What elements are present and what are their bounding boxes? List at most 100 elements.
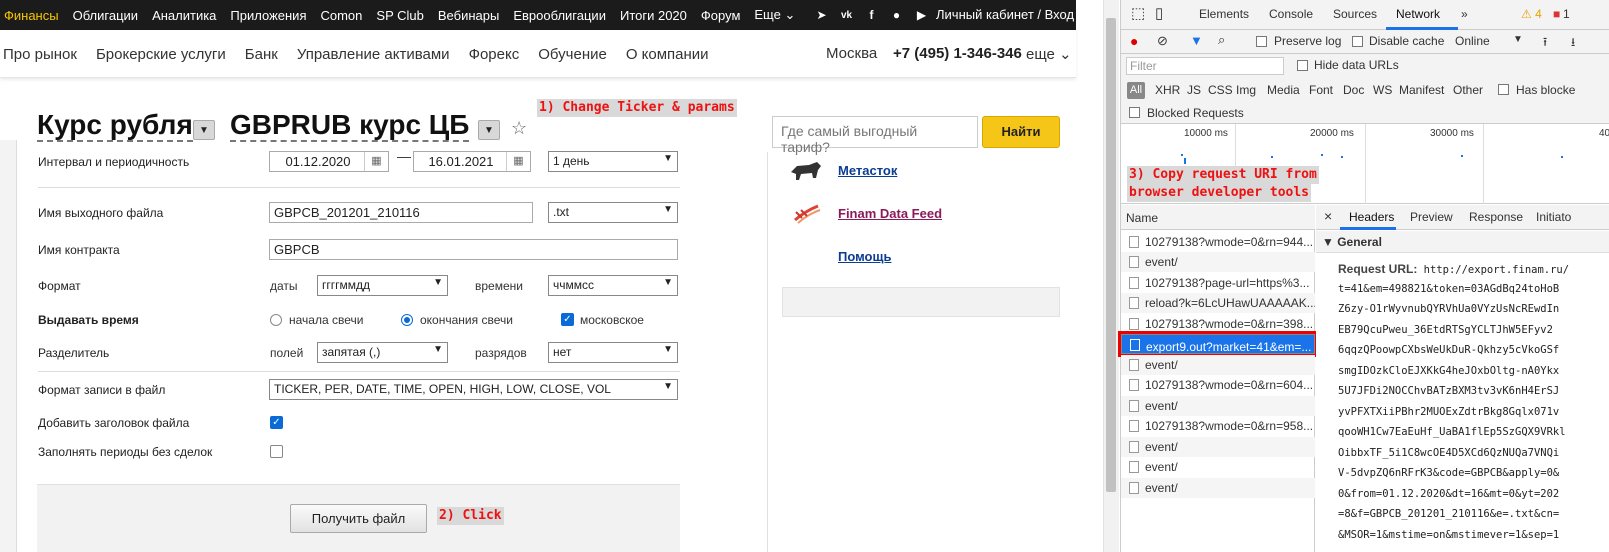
youtube-icon[interactable]: ▶	[915, 8, 928, 22]
top-nav-item[interactable]: SP Club	[376, 8, 423, 23]
tab-response[interactable]: Response	[1469, 210, 1523, 224]
tab-elements[interactable]: Elements	[1199, 7, 1249, 21]
preserve-log-checkbox[interactable]	[1256, 36, 1267, 47]
top-nav-item[interactable]: Приложения	[230, 8, 306, 23]
add-header-checkbox[interactable]: ✓	[270, 416, 283, 429]
errors-count[interactable]: 1	[1563, 7, 1570, 21]
top-nav-item[interactable]: Еще ⌄	[754, 7, 795, 23]
import-icon[interactable]: ⭱	[1543, 33, 1547, 54]
top-nav-item[interactable]: Еврооблигации	[513, 8, 606, 23]
fill-periods-checkbox[interactable]	[270, 445, 283, 458]
errors-icon[interactable]: ■	[1553, 7, 1560, 21]
more-menu[interactable]: еще ⌄	[1026, 45, 1072, 63]
has-blocked-cookies-checkbox[interactable]	[1498, 84, 1509, 95]
top-nav-item[interactable]: Вебинары	[438, 8, 499, 23]
main-nav-item[interactable]: Про рынок	[3, 46, 77, 63]
type-filter[interactable]: Img	[1236, 83, 1256, 97]
top-nav-item[interactable]: Финансы	[4, 8, 59, 23]
type-filter[interactable]: Doc	[1343, 83, 1364, 97]
time-format-select[interactable]: ччммсс ▼	[548, 275, 678, 296]
get-file-button[interactable]: Получить файл	[290, 504, 427, 533]
tab-preview[interactable]: Preview	[1410, 210, 1453, 224]
search-button[interactable]: Найти	[982, 116, 1060, 148]
date-from-input[interactable]: 01.12.2020 ▦	[269, 151, 389, 172]
type-filter[interactable]: JS	[1187, 83, 1201, 97]
warnings-count[interactable]: ⚠ 4	[1521, 7, 1542, 21]
search-icon[interactable]: ⌕	[1218, 32, 1225, 48]
request-row[interactable]: 10279138?wmode=0&rn=944...	[1121, 232, 1315, 252]
odnoklassniki-icon[interactable]: ●	[890, 8, 903, 22]
candle-start-radio[interactable]	[270, 314, 282, 326]
request-row[interactable]: event/	[1121, 252, 1315, 272]
request-row-selected[interactable]: export9.out?market=41&em=...	[1118, 331, 1318, 357]
blocked-requests-checkbox[interactable]	[1129, 107, 1140, 118]
tab-console[interactable]: Console	[1269, 7, 1313, 21]
filter-input[interactable]: Filter	[1126, 57, 1284, 75]
chevron-down-icon[interactable]: ▼	[1513, 34, 1523, 45]
finam-data-feed-link[interactable]: Finam Data Feed	[838, 206, 942, 221]
request-row[interactable]: 10279138?wmode=0&rn=398...	[1121, 314, 1315, 334]
more-tabs[interactable]: »	[1461, 7, 1468, 21]
calendar-icon[interactable]: ▦	[506, 152, 530, 171]
request-row[interactable]: 10279138?wmode=0&rn=958...	[1121, 416, 1315, 436]
tab-network[interactable]: Network	[1396, 7, 1440, 21]
request-row[interactable]: event/	[1121, 478, 1315, 498]
moscow-time-checkbox[interactable]: ✓	[561, 313, 574, 326]
general-section-header[interactable]: ▼ General	[1316, 231, 1609, 253]
main-nav-item[interactable]: Брокерские услуги	[96, 46, 226, 63]
record-icon[interactable]: ●	[1130, 33, 1138, 49]
period-select[interactable]: 1 день ▼	[548, 151, 678, 172]
calendar-icon[interactable]: ▦	[364, 152, 388, 171]
contract-input[interactable]: GBPCB	[269, 239, 678, 260]
request-row[interactable]: event/	[1121, 457, 1315, 477]
clear-icon[interactable]: ⊘	[1157, 33, 1168, 49]
type-filter[interactable]: Other	[1453, 83, 1483, 97]
top-nav-item[interactable]: Итоги 2020	[620, 8, 687, 23]
telegram-icon[interactable]: ➤	[815, 8, 828, 22]
record-format-select[interactable]: TICKER, PER, DATE, TIME, OPEN, HIGH, LOW…	[269, 379, 678, 400]
city-selector[interactable]: Москва	[826, 45, 877, 62]
main-nav-item[interactable]: Банк	[245, 46, 278, 63]
vk-icon[interactable]: vk	[840, 10, 853, 21]
request-row[interactable]: event/	[1121, 355, 1315, 375]
search-input[interactable]: Где самый выгодный тариф?	[772, 116, 978, 155]
main-nav-item[interactable]: Обучение	[538, 46, 607, 63]
top-nav-item[interactable]: Comon	[320, 8, 362, 23]
request-row[interactable]: event/	[1121, 396, 1315, 416]
type-filter[interactable]: Media	[1267, 83, 1300, 97]
hide-data-urls-checkbox[interactable]	[1297, 60, 1308, 71]
filter-icon[interactable]: ▼	[1190, 33, 1203, 48]
throttling-select[interactable]: Online	[1455, 34, 1490, 48]
facebook-icon[interactable]: f	[865, 8, 878, 22]
type-filter[interactable]: Font	[1309, 83, 1333, 97]
metastock-link[interactable]: Метасток	[838, 163, 897, 178]
main-nav-item[interactable]: О компании	[626, 46, 709, 63]
type-filter-all[interactable]: All	[1127, 82, 1145, 99]
close-icon[interactable]: ×	[1324, 208, 1332, 224]
date-to-input[interactable]: 16.01.2021 ▦	[413, 151, 531, 172]
request-row[interactable]: 10279138?page-url=https%3...	[1121, 273, 1315, 293]
type-filter[interactable]: Manifest	[1399, 83, 1444, 97]
candle-end-radio[interactable]	[401, 314, 413, 326]
help-link[interactable]: Помощь	[838, 249, 891, 264]
tab-sources[interactable]: Sources	[1333, 7, 1377, 21]
tab-headers[interactable]: Headers	[1349, 210, 1394, 224]
tab-initiator[interactable]: Initiato	[1536, 210, 1571, 224]
top-nav-item[interactable]: Аналитика	[152, 8, 216, 23]
request-row[interactable]: reload?k=6LcUHawUAAAAAK...	[1121, 293, 1315, 313]
cabinet-link[interactable]: Личный кабинет / Вход	[936, 0, 1074, 30]
request-row[interactable]: event/	[1121, 437, 1315, 457]
type-filter[interactable]: CSS	[1208, 83, 1233, 97]
top-nav-item[interactable]: Форум	[701, 8, 741, 23]
type-filter[interactable]: XHR	[1155, 83, 1180, 97]
device-toolbar-icon[interactable]: ▯	[1155, 4, 1163, 22]
disable-cache-checkbox[interactable]	[1352, 36, 1363, 47]
date-format-select[interactable]: ггггммдд ▼	[317, 275, 448, 296]
digits-separator-select[interactable]: нет ▼	[548, 342, 678, 363]
main-nav-item[interactable]: Управление активами	[297, 46, 450, 63]
outfile-input[interactable]: GBPCB_201201_210116	[269, 202, 533, 223]
main-nav-item[interactable]: Форекс	[469, 46, 520, 63]
request-row[interactable]: 10279138?wmode=0&rn=604...	[1121, 375, 1315, 395]
fields-separator-select[interactable]: запятая (,) ▼	[317, 342, 448, 363]
chevron-down-icon[interactable]: ▼	[478, 120, 500, 140]
